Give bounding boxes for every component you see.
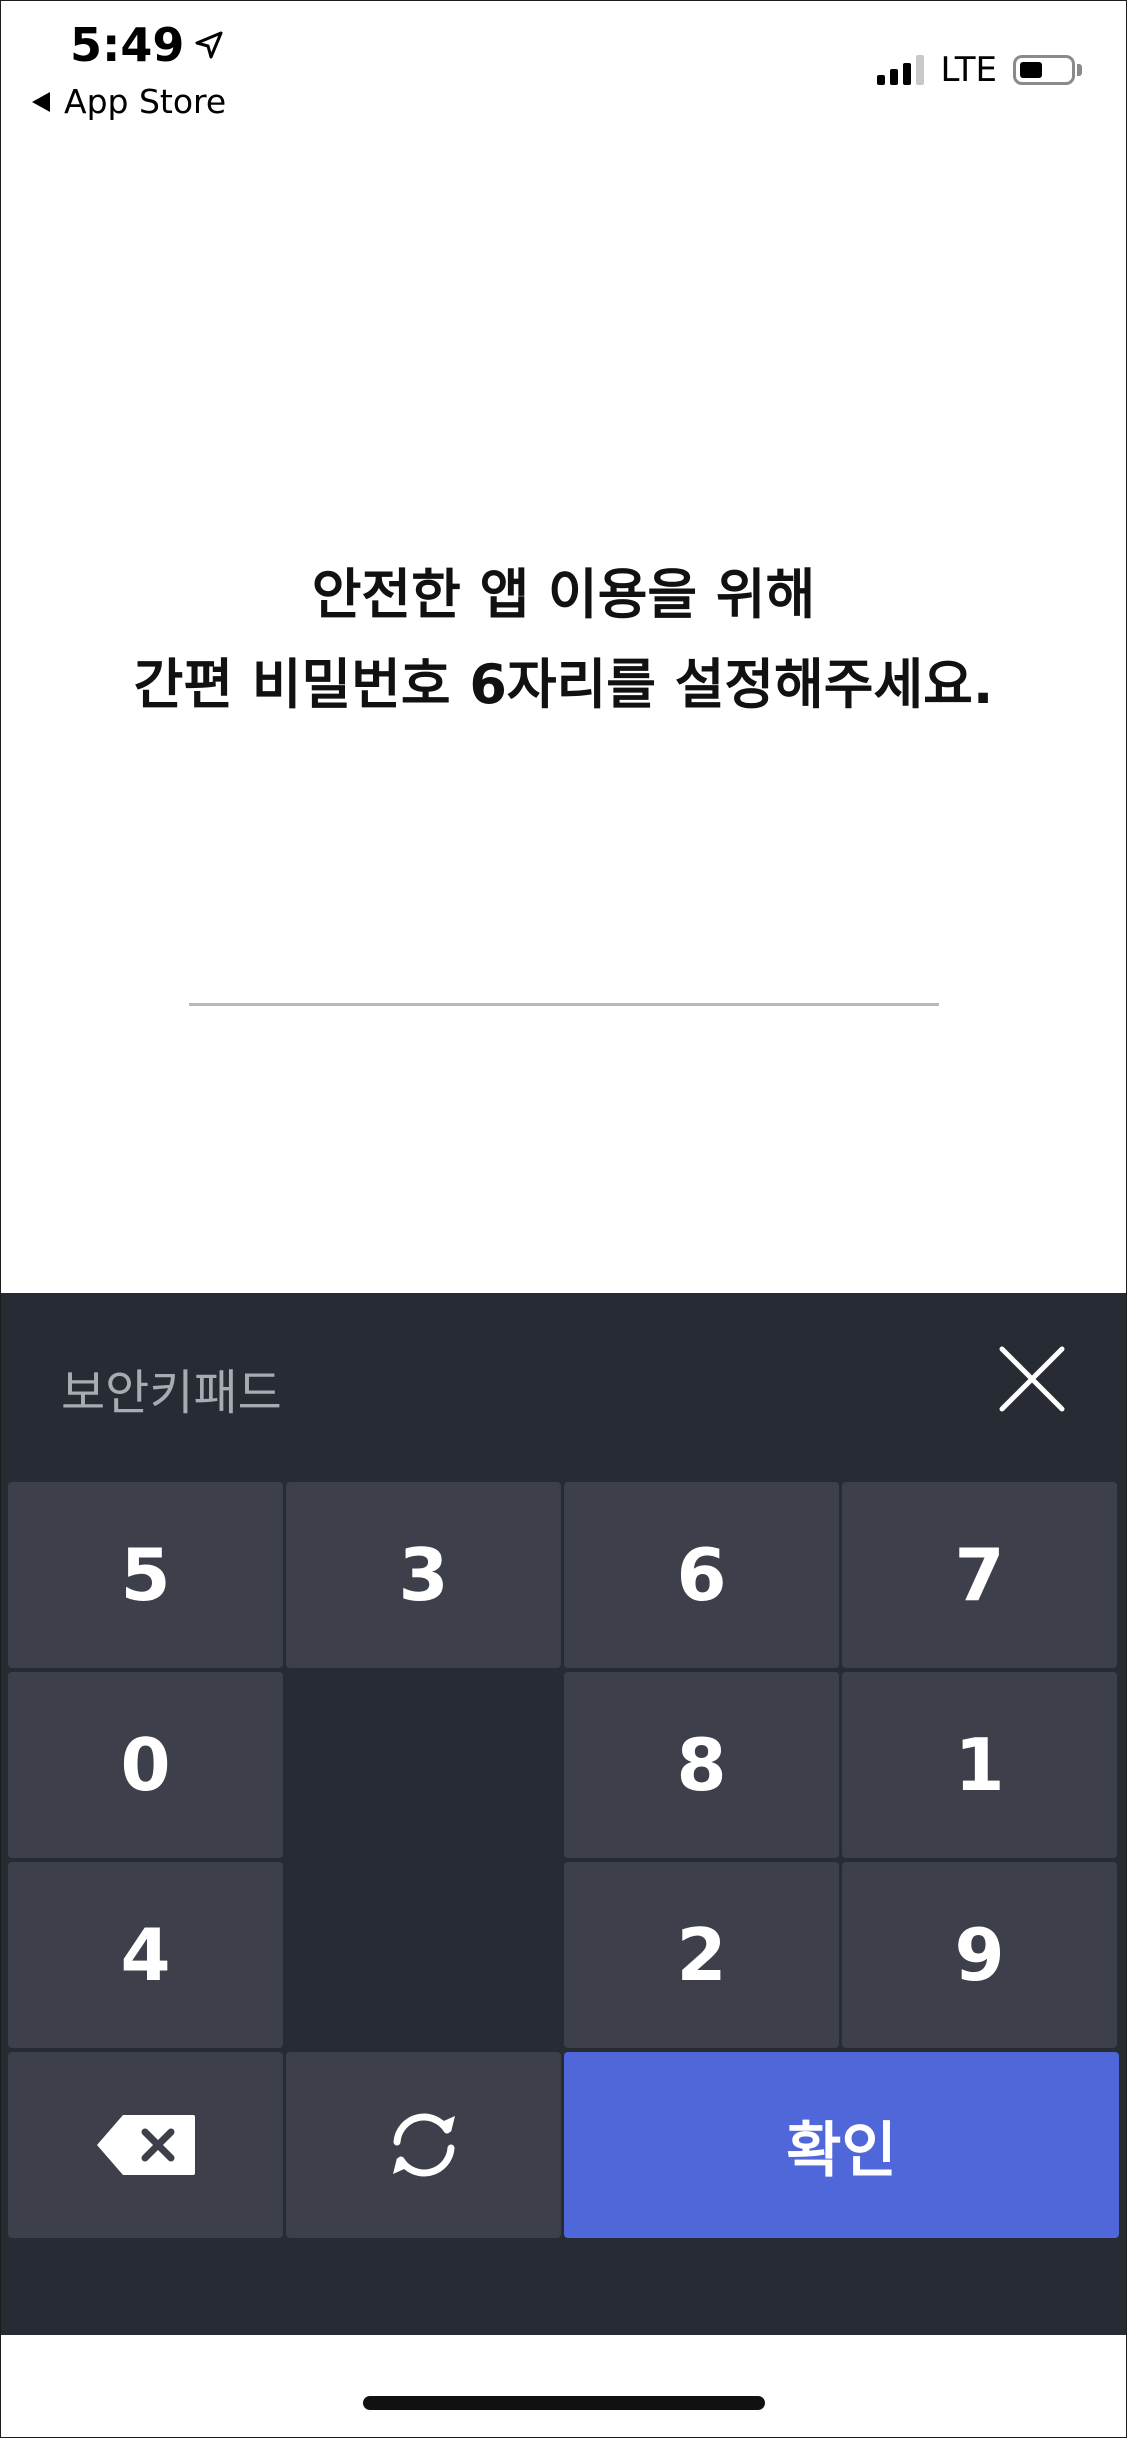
key-blank-1: [286, 1672, 561, 1858]
secure-keypad: 보안키패드 5 3 6 7 0 8 1 4 2 9 확인: [1, 1293, 1126, 2335]
key-r2c1[interactable]: 0: [8, 1672, 283, 1858]
key-r3c1[interactable]: 4: [8, 1862, 283, 2048]
status-indicators: LTE: [877, 50, 1082, 90]
key-r1c4[interactable]: 7: [842, 1482, 1117, 1668]
pin-input-underline[interactable]: [189, 1003, 939, 1006]
battery-icon: [1013, 55, 1075, 85]
home-area: [1, 2335, 1126, 2436]
backspace-button[interactable]: [8, 2052, 283, 2238]
confirm-button[interactable]: 확인: [564, 2052, 1119, 2238]
prompt-line-1: 안전한 앱 이용을 위해: [311, 563, 816, 626]
pin-setup-prompt: 안전한 앱 이용을 위해 간편 비밀번호 6자리를 설정해주세요.: [0, 550, 1127, 730]
status-time: 5:49: [70, 18, 224, 72]
keypad-close-button[interactable]: [996, 1343, 1068, 1415]
refresh-icon: [392, 2113, 455, 2177]
key-r2c3[interactable]: 8: [564, 1672, 839, 1858]
close-icon: [999, 1346, 1065, 1412]
signal-icon: [877, 55, 925, 85]
key-blank-2: [286, 1862, 561, 2048]
back-label: App Store: [64, 82, 227, 121]
key-r1c1[interactable]: 5: [8, 1482, 283, 1668]
backspace-icon: [96, 2115, 195, 2175]
keypad-title: 보안키패드: [61, 1365, 282, 1421]
key-r3c3[interactable]: 2: [564, 1862, 839, 2048]
status-time-text: 5:49: [70, 18, 185, 72]
key-r2c4[interactable]: 1: [842, 1672, 1117, 1858]
key-r3c4[interactable]: 9: [842, 1862, 1117, 2048]
back-triangle-icon: [32, 91, 50, 112]
key-r1c3[interactable]: 6: [564, 1482, 839, 1668]
network-type: LTE: [940, 50, 997, 90]
prompt-line-2: 간편 비밀번호 6자리를 설정해주세요.: [133, 653, 994, 716]
shuffle-keys-button[interactable]: [286, 2052, 561, 2238]
home-indicator[interactable]: [363, 2396, 765, 2410]
back-to-app-store[interactable]: App Store: [30, 82, 226, 121]
key-r1c2[interactable]: 3: [286, 1482, 561, 1668]
location-arrow-icon: [195, 31, 223, 59]
